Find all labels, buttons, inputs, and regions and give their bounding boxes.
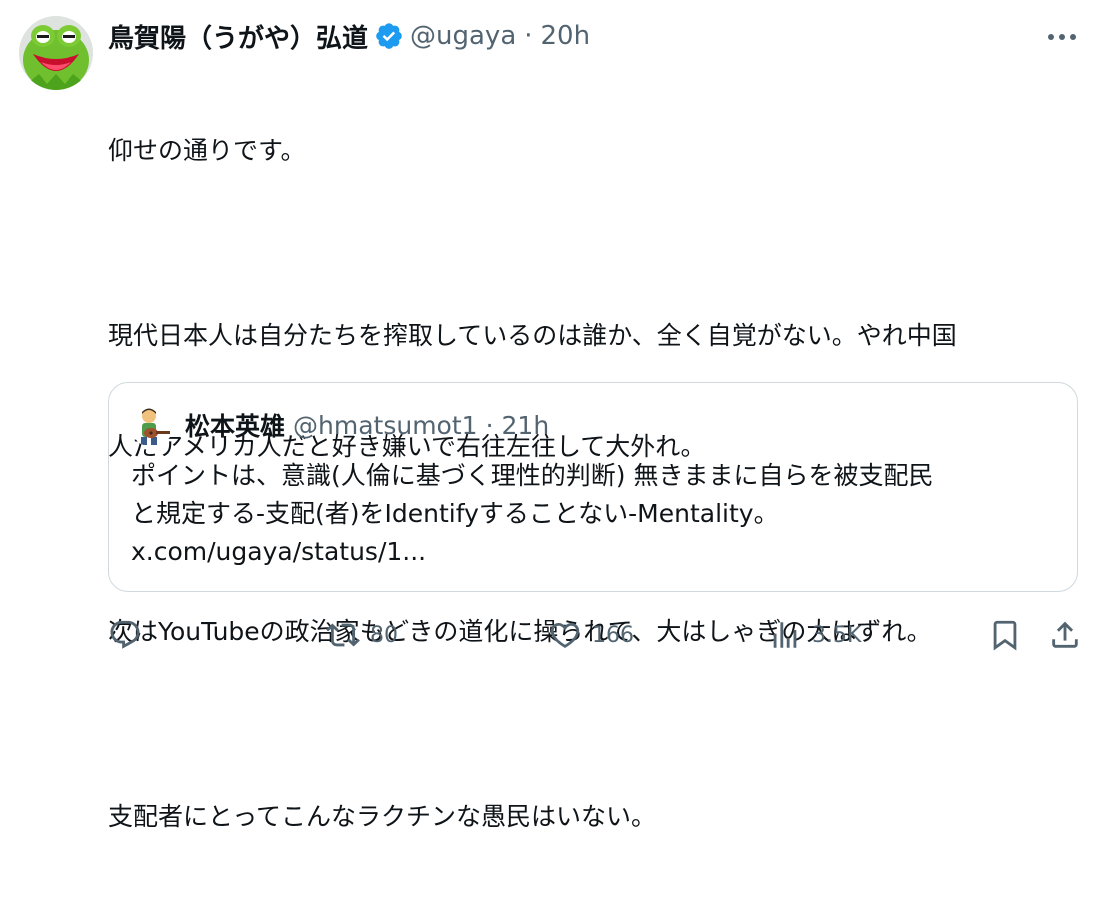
quoted-line: ポイントは、意識(人倫に基づく理性的判断) 無きままに自らを被支配民	[131, 461, 934, 490]
guitar-player-avatar-icon[interactable]	[131, 405, 173, 447]
retweet-icon	[326, 623, 360, 647]
tweet-line: 仰せの通りです。	[108, 136, 306, 165]
separator-dot: ·	[485, 410, 494, 440]
like-button[interactable]: 166	[548, 612, 634, 658]
tweet-line: 支配者にとってこんなラクチンな愚民はいない。	[108, 802, 657, 831]
bookmark-button[interactable]	[988, 612, 1022, 658]
like-count: 166	[592, 622, 634, 648]
heart-icon	[550, 622, 580, 648]
verified-badge-icon[interactable]	[374, 21, 404, 51]
kermit-frog-avatar-icon[interactable]	[19, 16, 93, 90]
quoted-tweet-card[interactable]: 松本英雄 @hmatsumot1 · 21h ポイントは、意識(人倫に基づく理性…	[108, 382, 1078, 592]
quoted-timestamp[interactable]: 21h	[502, 411, 550, 440]
quoted-link[interactable]: x.com/ugaya/status/1...	[131, 533, 1061, 571]
separator-dot: ·	[524, 21, 533, 51]
quoted-user-handle[interactable]: @hmatsumot1	[293, 411, 478, 440]
quoted-tweet-body: ポイントは、意識(人倫に基づく理性的判断) 無きままに自らを被支配民 と規定する…	[131, 457, 1061, 571]
timestamp[interactable]: 20h	[541, 21, 591, 51]
quoted-display-name[interactable]: 松本英雄	[185, 407, 285, 443]
share-button[interactable]	[1048, 612, 1082, 658]
more-dots-icon	[1048, 34, 1076, 40]
retweet-count: 80	[370, 622, 398, 648]
views-button[interactable]: 3.5K	[768, 612, 861, 658]
tweet-action-bar: 80 166 3.5K	[108, 612, 1088, 658]
tweet: 鳥賀陽（うがや）弘道 @ugaya · 20h 仰せの通りです。 現代日本人は自…	[0, 0, 1118, 831]
tweet-header: 鳥賀陽（うがや）弘道 @ugaya · 20h	[108, 18, 590, 54]
reply-icon	[110, 620, 140, 649]
views-count: 3.5K	[812, 622, 862, 648]
display-name[interactable]: 鳥賀陽（うがや）弘道	[108, 18, 368, 55]
user-handle[interactable]: @ugaya	[410, 21, 516, 51]
quoted-line: と規定する-支配(者)をIdentifyすることない-Mentality。	[131, 499, 779, 528]
reply-button[interactable]	[108, 612, 152, 658]
tweet-line: 現代日本人は自分たちを搾取しているのは誰か、全く自覚がない。やれ中国	[108, 321, 957, 350]
share-icon	[1052, 621, 1078, 648]
bookmark-icon	[993, 620, 1017, 651]
more-options-button[interactable]	[1042, 24, 1082, 50]
views-chart-icon	[773, 622, 797, 648]
quoted-tweet-header: 松本英雄 @hmatsumot1 · 21h	[185, 407, 549, 443]
retweet-button[interactable]: 80	[326, 612, 398, 658]
